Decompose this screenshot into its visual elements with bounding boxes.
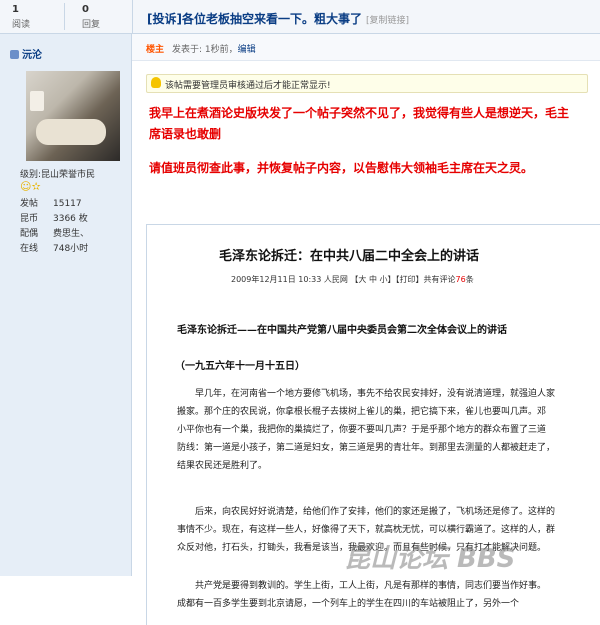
para-line: 事情不少。现在，有这样一些人，好像得了天下，就高枕无忧，可以横行霸道了。这样的人… xyxy=(177,525,556,535)
notice-text: 该帖需要管理员审核通过后才能正常显示! xyxy=(165,81,331,91)
username: 沅沦 xyxy=(22,50,42,61)
post-author-bar: 楼主 发表于: 1秒前，编辑 xyxy=(132,34,600,61)
para-line: 共产党是要得到教训的。学生上街，工人上街，凡是有那样的事情，同志们要当作好事。 xyxy=(195,581,547,591)
article-meta-suffix: 条 xyxy=(465,275,474,284)
para-line: 成都有一百多学生要到北京请愿，一个列车上的学生在四川的车站被阻止了，另外一个 xyxy=(177,599,520,609)
post-time: 发表于: 1秒前，编辑 xyxy=(172,42,256,55)
thread-title: [投诉]各位老板抽空来看一下。粗大事了 [复制链接] xyxy=(147,10,409,27)
info-value[interactable]: 费思生、 xyxy=(53,229,89,239)
user-panel: 沅沦 级别:昆山荣誉市民 ☺✫ 发帖 15117 昆币 3366 枚 配偶 费思生、 … xyxy=(0,34,132,576)
level-label: 级别: xyxy=(20,170,42,180)
avatar[interactable] xyxy=(26,71,120,161)
replies-stat: 0 回复 xyxy=(82,4,138,30)
info-key: 配偶 xyxy=(20,229,39,239)
replies-label: 回复 xyxy=(82,20,101,30)
comment-count: 76 xyxy=(455,275,466,284)
article-subtitle: 毛泽东论拆迁——在中国共产党第八届中央委员会第二次全体会议上的讲话 xyxy=(177,325,507,336)
para-line: 防线：第一道是小孩子，第二道是妇女，第三道是男的青壮年。到那里去测量的人都被赶走… xyxy=(177,443,556,453)
thread-header-bar: 1 阅读 0 回复 [投诉]各位老板抽空来看一下。粗大事了 [复制链接] xyxy=(0,0,600,34)
thread-title-text: [投诉]各位老板抽空来看一下。粗大事了 xyxy=(147,12,362,26)
copy-link-button[interactable]: [复制链接] xyxy=(366,16,409,26)
info-key: 发帖 xyxy=(20,199,39,209)
username-link[interactable]: 沅沦 xyxy=(10,46,42,61)
info-key: 在线 xyxy=(20,244,39,254)
stat-divider xyxy=(64,3,65,30)
post-text-line: 席语录也敢删 xyxy=(149,127,222,141)
views-count: 1 xyxy=(12,4,19,15)
article-paragraph: 早几年，在河南省一个地方要修飞机场，事先不给农民安排好，没有说清道理，就强迫人家… xyxy=(177,385,597,475)
info-value: 15117 xyxy=(53,199,82,209)
article-paragraph: 共产党是要得到教训的。学生上街，工人上街，凡是有那样的事情，同志们要当作好事。 … xyxy=(177,577,597,613)
avatar-cup xyxy=(30,91,44,111)
para-line: 小平你也有一个巢，我把你的巢搞烂了，你要不要叫几声？于是乎那个地方的群众布置了三… xyxy=(177,425,547,435)
article-title: 毛泽东论拆迁：在中共八届二中全会上的讲话 xyxy=(219,249,480,264)
para-line: 结果农民还是胜利了。 xyxy=(177,461,268,471)
post-time-text: 发表于: 1秒前， xyxy=(172,45,238,55)
user-info: 发帖 15117 昆币 3366 枚 配偶 费思生、 在线 748小时 xyxy=(20,197,89,257)
info-row: 在线 748小时 xyxy=(20,242,89,257)
post-text-line: 请值班员彻查此事，并恢复帖子内容，以告慰伟大领袖毛主席在天之灵。 xyxy=(149,161,534,175)
article-meta: 2009年12月11日 10:33 人民网 【大 中 小】【打印】共有评论76条 xyxy=(231,274,474,285)
para-line: 后来，向农民好好说清楚，给他们作了安排，他们的家还是搬了，飞机场还是修了。这样的 xyxy=(195,507,556,517)
avatar-arm xyxy=(36,119,106,145)
info-row: 发帖 15117 xyxy=(20,197,89,212)
views-label: 阅读 xyxy=(12,20,31,30)
lightbulb-icon xyxy=(151,77,161,88)
level-value: 昆山荣誉市民 xyxy=(41,170,96,180)
para-line: 搬家。那个庄的农民说，你拿根长棍子去拨树上雀儿的巢，把它搞下来，雀儿也要叫几声。… xyxy=(177,407,547,417)
para-line: 早几年，在河南省一个地方要修飞机场，事先不给农民安排好，没有说清道理，就强迫人家 xyxy=(195,389,556,399)
author-tag: 楼主 xyxy=(146,45,165,55)
article-date: （一九五六年十一月十五日） xyxy=(175,361,305,372)
replies-count: 0 xyxy=(82,4,89,15)
info-row: 昆币 3366 枚 xyxy=(20,212,89,227)
views-stat: 1 阅读 xyxy=(12,4,68,30)
info-value: 748小时 xyxy=(53,244,89,254)
post-text-line: 我早上在煮酒论史版块发了一个帖子突然不见了，我觉得有些人是想逆天，毛主 xyxy=(149,106,570,120)
edit-link[interactable]: 编辑 xyxy=(238,45,256,55)
info-value: 3366 枚 xyxy=(53,214,88,224)
moderation-notice: 该帖需要管理员审核通过后才能正常显示! xyxy=(146,74,588,93)
thread-title-area: [投诉]各位老板抽空来看一下。粗大事了 [复制链接] xyxy=(132,0,600,33)
article-meta-text: 2009年12月11日 10:33 人民网 【大 中 小】【打印】共有评论 xyxy=(231,275,456,284)
info-row: 配偶 费思生、 xyxy=(20,227,89,242)
user-level: 级别:昆山荣誉市民 xyxy=(20,167,95,180)
user-icon xyxy=(10,50,19,59)
watermark-logo: 昆山论坛 BBS xyxy=(344,544,516,574)
post-content: 楼主 发表于: 1秒前，编辑 该帖需要管理员审核通过后才能正常显示! 我早上在煮… xyxy=(132,34,600,625)
rank-stars-icon: ☺✫ xyxy=(20,180,41,193)
info-key: 昆币 xyxy=(20,214,39,224)
